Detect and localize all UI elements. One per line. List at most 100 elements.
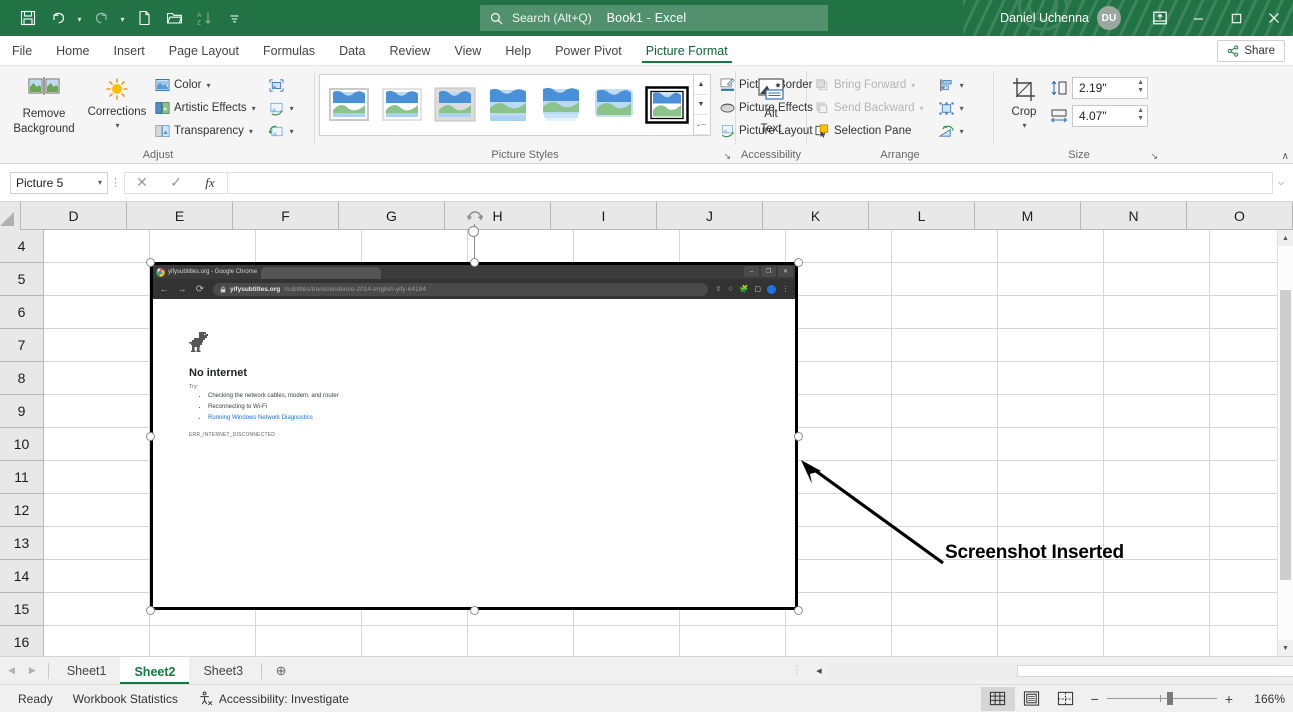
reset-picture-button[interactable]: ▾: [264, 120, 298, 142]
row-header-5[interactable]: 5: [0, 263, 43, 296]
corrections-caret[interactable]: ▾: [115, 121, 119, 130]
cancel-formula-button[interactable]: ✕: [125, 173, 159, 193]
resize-handle-bottom-left[interactable]: [146, 606, 155, 615]
row-header-16[interactable]: 16: [0, 626, 43, 656]
resize-handle-middle-left[interactable]: [146, 432, 155, 441]
zoom-thumb[interactable]: [1167, 692, 1173, 705]
column-header-H[interactable]: H: [445, 202, 551, 229]
share-icon[interactable]: ⇪: [716, 285, 722, 293]
page-layout-view-button[interactable]: [1015, 687, 1049, 711]
picture-styles-dialog-launcher[interactable]: ↘: [723, 151, 731, 162]
avatar[interactable]: DU: [1097, 6, 1121, 30]
page-break-preview-button[interactable]: [1049, 687, 1083, 711]
color-caret[interactable]: ▾: [206, 81, 210, 90]
send-backward-caret[interactable]: ▾: [920, 104, 924, 113]
align-objects-caret[interactable]: ▾: [960, 81, 964, 90]
picture-style-5[interactable]: [587, 81, 640, 129]
shape-height-input[interactable]: 2.19" ▲▼: [1072, 77, 1148, 99]
redo-dropdown-caret[interactable]: ▾: [117, 4, 128, 32]
sidepanel-icon[interactable]: ▢: [754, 285, 761, 293]
tab-home[interactable]: Home: [44, 36, 101, 65]
rotate-objects-button[interactable]: ▾: [934, 120, 968, 142]
tab-picture-format[interactable]: Picture Format: [634, 36, 740, 65]
scrollbar-grip[interactable]: ⋮: [792, 665, 803, 676]
collapse-ribbon-button[interactable]: ∧: [1282, 151, 1289, 162]
resize-handle-bottom-right[interactable]: [794, 606, 803, 615]
resize-handle-middle-right[interactable]: [794, 432, 803, 441]
transparency-button[interactable]: Transparency ▾: [151, 120, 260, 142]
new-file-icon[interactable]: [130, 4, 158, 32]
workbook-statistics-button[interactable]: Workbook Statistics: [63, 687, 188, 711]
resize-handle-top-left[interactable]: [146, 258, 155, 267]
reload-icon[interactable]: ⟳: [195, 284, 205, 295]
group-objects-caret[interactable]: ▾: [960, 104, 964, 113]
transparency-caret[interactable]: ▾: [249, 127, 253, 136]
column-header-J[interactable]: J: [657, 202, 763, 229]
sheet-tab-sheet3[interactable]: Sheet3: [189, 657, 257, 684]
tab-formulas[interactable]: Formulas: [251, 36, 327, 65]
change-picture-caret[interactable]: ▾: [290, 104, 294, 113]
redo-icon[interactable]: [87, 4, 115, 32]
tab-review[interactable]: Review: [377, 36, 442, 65]
crop-caret[interactable]: ▾: [1022, 121, 1026, 130]
picture-style-0[interactable]: [322, 81, 375, 129]
vertical-scroll-thumb[interactable]: [1280, 290, 1291, 580]
remove-background-button[interactable]: Remove Background: [6, 72, 82, 136]
size-dialog-launcher[interactable]: ↘: [1150, 151, 1158, 162]
chrome-menu-icon[interactable]: ⋮: [782, 285, 789, 293]
formula-input[interactable]: [227, 172, 1273, 194]
column-header-K[interactable]: K: [763, 202, 869, 229]
browser-restore-button[interactable]: ❐: [761, 266, 776, 277]
sheet-tab-sheet1[interactable]: Sheet1: [53, 657, 121, 684]
column-header-F[interactable]: F: [233, 202, 339, 229]
tab-insert[interactable]: Insert: [102, 36, 157, 65]
enter-formula-button[interactable]: ✓: [159, 173, 193, 193]
tab-help[interactable]: Help: [493, 36, 543, 65]
row-header-6[interactable]: 6: [0, 296, 43, 329]
row-header-10[interactable]: 10: [0, 428, 43, 461]
minimize-button[interactable]: [1179, 0, 1217, 36]
inserted-picture[interactable]: yifysubtitles.org - Google Chrome – ❐ ✕ …: [150, 262, 798, 610]
artistic-effects-caret[interactable]: ▾: [252, 104, 256, 113]
artistic-effects-button[interactable]: Artistic Effects ▾: [151, 97, 260, 119]
picture-style-6-selected[interactable]: [640, 81, 693, 129]
forward-icon[interactable]: →: [177, 284, 187, 294]
insert-function-button[interactable]: fx: [193, 173, 227, 193]
column-header-M[interactable]: M: [975, 202, 1081, 229]
gallery-more[interactable]: ⌄—: [694, 115, 708, 135]
send-backward-button[interactable]: Send Backward ▾: [811, 97, 928, 119]
column-header-D[interactable]: D: [21, 202, 127, 229]
search-input[interactable]: Search (Alt+Q): [480, 5, 828, 31]
undo-icon[interactable]: [44, 4, 72, 32]
back-icon[interactable]: ←: [159, 284, 169, 294]
column-header-N[interactable]: N: [1081, 202, 1187, 229]
suggestion-item-3[interactable]: Running Windows Network Diagnostics: [208, 413, 339, 424]
row-header-12[interactable]: 12: [0, 494, 43, 527]
column-header-E[interactable]: E: [127, 202, 233, 229]
bring-forward-button[interactable]: Bring Forward ▾: [811, 74, 928, 96]
account-name[interactable]: Daniel Uchenna: [1000, 11, 1089, 25]
shape-width-spinner[interactable]: ▲▼: [1137, 107, 1144, 123]
scroll-down-button[interactable]: ▼: [1278, 640, 1293, 656]
sheet-tab-sheet2[interactable]: Sheet2: [120, 657, 189, 684]
compress-pictures-button[interactable]: [264, 74, 298, 96]
zoom-slider[interactable]: − +: [1091, 691, 1233, 707]
browser-address-bar[interactable]: yifysubtitles.org/subtitles/transcendenc…: [213, 283, 708, 296]
profile-avatar-icon[interactable]: [767, 285, 776, 294]
tab-file[interactable]: File: [0, 36, 44, 65]
resize-handle-top-right[interactable]: [794, 258, 803, 267]
shape-height-spinner[interactable]: ▲▼: [1137, 79, 1144, 95]
zoom-in-button[interactable]: +: [1225, 691, 1233, 707]
column-header-I[interactable]: I: [551, 202, 657, 229]
reset-picture-caret[interactable]: ▾: [290, 127, 294, 136]
tab-page-layout[interactable]: Page Layout: [157, 36, 251, 65]
normal-view-button[interactable]: [981, 687, 1015, 711]
open-folder-icon[interactable]: [160, 4, 188, 32]
picture-style-1[interactable]: [375, 81, 428, 129]
accessibility-status-button[interactable]: Accessibility: Investigate: [188, 687, 359, 711]
browser-close-button[interactable]: ✕: [778, 266, 793, 277]
zoom-level[interactable]: 166%: [1241, 692, 1285, 706]
gallery-scrollbar[interactable]: ▲ ▼ ⌄—: [693, 75, 708, 135]
row-header-9[interactable]: 9: [0, 395, 43, 428]
maximize-button[interactable]: [1217, 0, 1255, 36]
